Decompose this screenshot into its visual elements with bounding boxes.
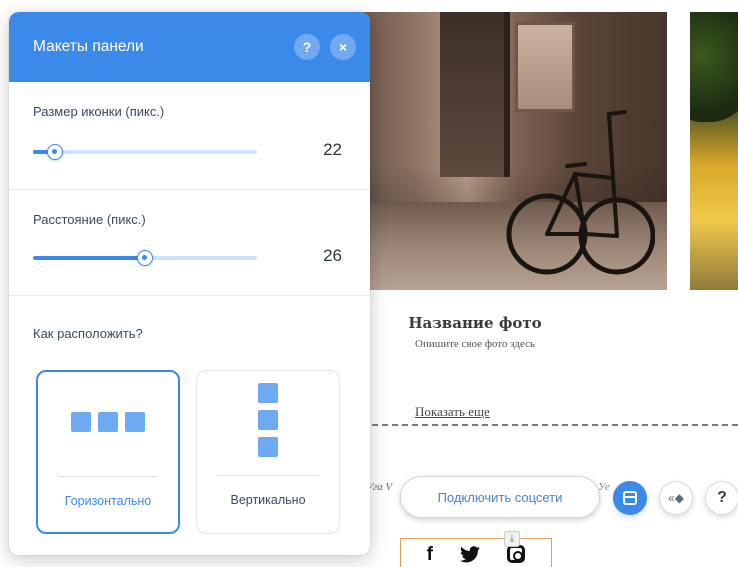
help-icon: ?: [717, 489, 727, 506]
layout-option-label: Вертикально: [230, 493, 306, 507]
close-icon: ×: [338, 39, 348, 55]
spacing-section: Расстояние (пикс.) 26: [9, 190, 370, 296]
panel-header: Макеты панели ? ×: [9, 12, 370, 82]
slider-fill: [33, 256, 145, 260]
photo-title[interactable]: Название фото: [370, 314, 580, 332]
panel-layouts-dialog: Макеты панели ? × Размер иконки (пикс.) …: [9, 12, 370, 555]
spacing-value[interactable]: 26: [323, 246, 342, 266]
layout-option-horizontal[interactable]: Горизонтально: [36, 370, 180, 534]
bicycle-illustration: [506, 110, 655, 275]
facebook-icon[interactable]: f: [427, 545, 433, 564]
question-icon: ?: [302, 39, 312, 55]
layout-option-label: Горизонтально: [64, 494, 152, 508]
spacing-label: Расстояние (пикс.): [33, 212, 146, 227]
layout-question: Как расположить?: [33, 326, 143, 341]
gallery-photo-bicycle[interactable]: [355, 12, 667, 290]
slider-handle[interactable]: [47, 144, 64, 160]
icon-size-label: Размер иконки (пикс.): [33, 104, 165, 119]
close-button[interactable]: ×: [330, 34, 356, 60]
icon-size-slider[interactable]: [33, 144, 257, 160]
icon-size-section: Размер иконки (пикс.) 22: [9, 82, 370, 190]
twitter-icon[interactable]: [460, 545, 481, 563]
layout-button[interactable]: [613, 481, 647, 515]
panel-title: Макеты панели: [33, 38, 144, 55]
help-button[interactable]: ?: [294, 34, 320, 60]
animation-icon: «◆: [668, 491, 684, 505]
layout-icon: [623, 491, 637, 505]
help-button[interactable]: ?: [705, 481, 738, 515]
faded-text-right: Уе: [598, 481, 610, 493]
social-bar[interactable]: f: [400, 538, 552, 567]
download-icon[interactable]: ⤓: [504, 531, 520, 547]
layout-section: Как расположить? Горизонтально Вертикаль…: [9, 296, 370, 555]
instagram-icon[interactable]: [507, 545, 526, 563]
photo-description[interactable]: Опишите свое фото здесь: [370, 338, 580, 350]
section-divider: [372, 424, 738, 426]
animation-button[interactable]: «◆: [659, 481, 693, 515]
show-more-link[interactable]: Показать еще: [415, 404, 490, 420]
connect-socials-button[interactable]: Подключить соцсети: [400, 476, 600, 518]
gallery-photo-second[interactable]: [690, 12, 738, 290]
layout-option-vertical[interactable]: Вертикально: [196, 370, 340, 534]
spacing-slider[interactable]: [33, 250, 257, 266]
slider-handle[interactable]: [137, 250, 153, 266]
icon-size-value[interactable]: 22: [323, 140, 342, 160]
